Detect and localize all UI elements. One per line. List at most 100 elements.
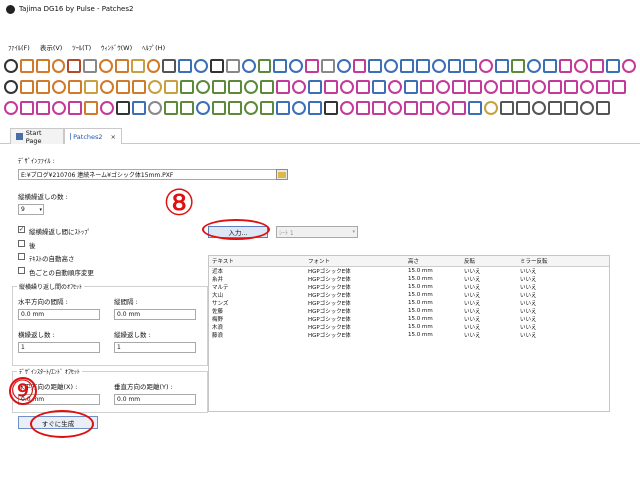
toolbar-tool-icon[interactable] bbox=[452, 80, 466, 94]
toolbar-tool-icon[interactable] bbox=[178, 59, 193, 73]
column-header-font[interactable]: フォント bbox=[305, 256, 405, 267]
toolbar-tool-icon[interactable] bbox=[495, 59, 509, 73]
toolbar-tool-icon[interactable] bbox=[292, 80, 306, 94]
column-header-text[interactable]: テキスト bbox=[209, 256, 305, 267]
toolbar-tool-icon[interactable] bbox=[320, 59, 335, 73]
toolbar-tool-icon[interactable] bbox=[400, 59, 414, 73]
toolbar-tool-icon[interactable] bbox=[356, 101, 370, 115]
toolbar-tool-icon[interactable] bbox=[580, 80, 594, 94]
toolbar-tool-icon[interactable] bbox=[516, 101, 530, 115]
toolbar-tool-icon[interactable] bbox=[372, 80, 386, 94]
design-file-field[interactable]: E:¥ブログ¥210706 連続ネーム¥ゴシック体15mm.PXF bbox=[18, 169, 280, 180]
toolbar-tool-icon[interactable] bbox=[180, 101, 194, 115]
toolbar-tool-icon[interactable] bbox=[532, 101, 546, 115]
column-header-height[interactable]: 高さ bbox=[405, 256, 461, 267]
toolbar-tool-icon[interactable] bbox=[606, 59, 620, 73]
toolbar-tool-icon[interactable] bbox=[132, 101, 146, 115]
toolbar-tool-icon[interactable] bbox=[212, 80, 226, 94]
table-row[interactable]: サンズ HGPゴシックE体 15.0 mm いいえ いいえ bbox=[209, 299, 609, 307]
toolbar-tool-icon[interactable] bbox=[209, 59, 224, 73]
toolbar-tool-icon[interactable] bbox=[548, 101, 562, 115]
toolbar-tool-icon[interactable] bbox=[542, 59, 557, 73]
toolbar-tool-icon[interactable] bbox=[52, 80, 66, 94]
table-row[interactable]: 近本 HGPゴシックE体 15.0 mm いいえ いいえ bbox=[209, 267, 609, 275]
v-distance-field[interactable]: 0.0 mm bbox=[114, 394, 196, 405]
close-icon[interactable]: × bbox=[111, 133, 116, 141]
column-header-flip[interactable]: 反転 bbox=[461, 256, 517, 267]
toolbar-tool-icon[interactable] bbox=[590, 59, 605, 73]
toolbar-tool-icon[interactable] bbox=[436, 101, 450, 115]
toolbar-tool-icon[interactable] bbox=[180, 80, 194, 94]
toolbar-tool-icon[interactable] bbox=[324, 80, 338, 94]
toolbar-tool-icon[interactable] bbox=[526, 59, 541, 73]
toolbar-tool-icon[interactable] bbox=[596, 80, 610, 94]
toolbar-tool-icon[interactable] bbox=[162, 59, 177, 73]
toolbar-tool-icon[interactable] bbox=[164, 80, 178, 94]
table-row[interactable]: 大山 HGPゴシックE体 15.0 mm いいえ いいえ bbox=[209, 291, 609, 299]
toolbar-tool-icon[interactable] bbox=[558, 59, 573, 73]
tab-patches2[interactable]: Patches2 × bbox=[64, 128, 122, 144]
toolbar-tool-icon[interactable] bbox=[225, 59, 240, 73]
toolbar-tool-icon[interactable] bbox=[194, 59, 208, 73]
toolbar-tool-icon[interactable] bbox=[36, 101, 50, 115]
toolbar-tool-icon[interactable] bbox=[20, 80, 34, 94]
toolbar-tool-icon[interactable] bbox=[114, 59, 129, 73]
toolbar-tool-icon[interactable] bbox=[116, 80, 130, 94]
menu-help[interactable]: ﾍﾙﾌﾟ(H) bbox=[142, 42, 165, 52]
tab-start-page[interactable]: Start Page bbox=[10, 128, 64, 145]
h-spacing-field[interactable]: 0.0 mm bbox=[18, 309, 100, 320]
toolbar-tool-icon[interactable] bbox=[308, 80, 322, 94]
toolbar-tool-icon[interactable] bbox=[388, 80, 402, 94]
browse-folder-button[interactable] bbox=[276, 169, 288, 180]
repeat-count-stepper[interactable]: 9 ▾ bbox=[18, 204, 44, 215]
toolbar-tool-icon[interactable] bbox=[164, 101, 178, 115]
toolbar-tool-icon[interactable] bbox=[67, 59, 82, 73]
toolbar-tool-icon[interactable] bbox=[305, 59, 319, 73]
toolbar-tool-icon[interactable] bbox=[308, 101, 322, 115]
toolbar-tool-icon[interactable] bbox=[516, 80, 530, 94]
toolbar-tool-icon[interactable] bbox=[574, 59, 589, 73]
toolbar-tool-icon[interactable] bbox=[372, 101, 386, 115]
toolbar-tool-icon[interactable] bbox=[388, 101, 402, 115]
table-row[interactable]: 木浪 HGPゴシックE体 15.0 mm いいえ いいえ bbox=[209, 323, 609, 331]
toolbar-tool-icon[interactable] bbox=[244, 101, 258, 115]
table-row[interactable]: 梅野 HGPゴシックE体 15.0 mm いいえ いいえ bbox=[209, 315, 609, 323]
toolbar-tool-icon[interactable] bbox=[228, 80, 242, 94]
toolbar-tool-icon[interactable] bbox=[468, 80, 482, 94]
toolbar-tool-icon[interactable] bbox=[116, 101, 130, 115]
toolbar-tool-icon[interactable] bbox=[452, 101, 466, 115]
toolbar-tool-icon[interactable] bbox=[146, 59, 161, 73]
toolbar-tool-icon[interactable] bbox=[564, 101, 578, 115]
toolbar-tool-icon[interactable] bbox=[257, 59, 272, 73]
toolbar-tool-icon[interactable] bbox=[548, 80, 562, 94]
menu-file[interactable]: ﾌｧｲﾙ(F) bbox=[8, 42, 30, 52]
toolbar-tool-icon[interactable] bbox=[228, 101, 242, 115]
toolbar-tool-icon[interactable] bbox=[212, 101, 226, 115]
toolbar-tool-icon[interactable] bbox=[100, 80, 114, 94]
toolbar-tool-icon[interactable] bbox=[4, 80, 18, 94]
toolbar-tool-icon[interactable] bbox=[324, 101, 338, 115]
toolbar-tool-icon[interactable] bbox=[276, 80, 290, 94]
table-row[interactable]: 糸井 HGPゴシックE体 15.0 mm いいえ いいえ bbox=[209, 275, 609, 283]
table-row[interactable]: 佐藤 HGPゴシックE体 15.0 mm いいえ いいえ bbox=[209, 307, 609, 315]
toolbar-tool-icon[interactable] bbox=[368, 59, 383, 73]
toolbar-tool-icon[interactable] bbox=[340, 80, 354, 94]
toolbar-tool-icon[interactable] bbox=[196, 101, 210, 115]
toolbar-tool-icon[interactable] bbox=[84, 80, 98, 94]
menu-window[interactable]: ｳｨﾝﾄﾞｳ(W) bbox=[101, 42, 132, 52]
column-header-mirror[interactable]: ミラー反転 bbox=[517, 256, 609, 267]
v-repeat-field[interactable]: 1 bbox=[114, 342, 196, 353]
toolbar-tool-icon[interactable] bbox=[130, 59, 145, 73]
menu-tools[interactable]: ﾂｰﾙ(T) bbox=[72, 42, 91, 52]
toolbar-tool-icon[interactable] bbox=[196, 80, 210, 94]
toolbar-tool-icon[interactable] bbox=[289, 59, 304, 73]
toolbar-tool-icon[interactable] bbox=[484, 101, 498, 115]
toolbar-tool-icon[interactable] bbox=[479, 59, 494, 73]
auto-text-height-checkbox[interactable] bbox=[18, 253, 25, 260]
h-repeat-field[interactable]: 1 bbox=[18, 342, 100, 353]
v-spacing-field[interactable]: 0.0 mm bbox=[114, 309, 196, 320]
stop-between-repeats-checkbox[interactable]: ✓ bbox=[18, 226, 25, 233]
toolbar-tool-icon[interactable] bbox=[273, 59, 288, 73]
toolbar-tool-icon[interactable] bbox=[148, 101, 162, 115]
sheet-select[interactable]: ｼｰﾄ 1 ▾ bbox=[276, 226, 358, 238]
